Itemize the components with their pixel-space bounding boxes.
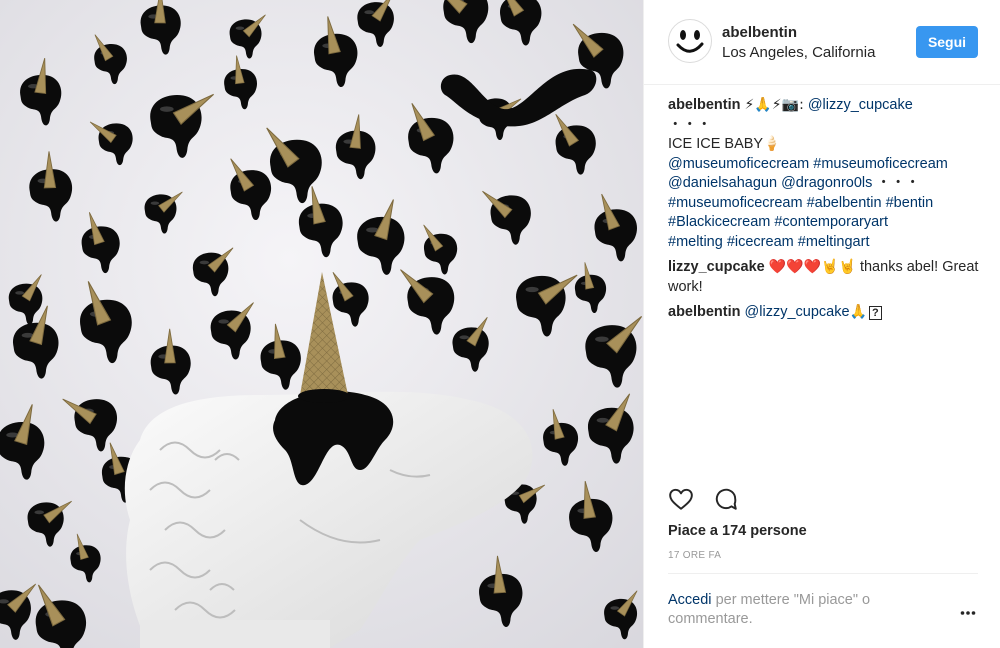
comment-mention[interactable]: @lizzy_cupcake (745, 304, 850, 320)
caption-tags-b[interactable]: @danielsahagun @dragonro0ls (668, 175, 872, 191)
comment-item: lizzy_cupcake ❤️❤️❤️🤘🤘 thanks abel! Grea… (668, 258, 986, 297)
comment-button[interactable] (713, 486, 739, 517)
login-link[interactable]: Accedi (668, 592, 712, 608)
melting-ice-cream-artwork (0, 0, 643, 648)
divider (668, 573, 978, 574)
caption-emoji: ⚡🙏⚡📷: (744, 97, 804, 113)
comment-icon (716, 488, 738, 510)
comment-username[interactable]: lizzy_cupcake (668, 259, 765, 275)
post-photo[interactable] (0, 0, 643, 648)
unknown-glyph: ? (868, 306, 882, 320)
caption-line1: ICE ICE BABY (668, 136, 764, 152)
post-timestamp[interactable]: 17 ORE FA (668, 550, 721, 561)
caption-tags-d[interactable]: #Blackicecream #contemporaryart (668, 214, 888, 230)
post-side-panel: abelbentin Los Angeles, California Segui… (644, 0, 1000, 648)
comment-username[interactable]: abelbentin (668, 304, 741, 320)
like-button[interactable] (668, 486, 694, 517)
follow-button[interactable]: Segui (916, 26, 978, 58)
ice-cream-emoji: 🍦 (763, 136, 781, 152)
avatar[interactable] (668, 19, 712, 63)
smiley-avatar-icon (676, 30, 704, 53)
more-options-button[interactable] (960, 606, 976, 618)
caption-tags-a[interactable]: @museumoficecream #museumoficecream (668, 156, 948, 172)
author-location[interactable]: Los Angeles, California (722, 44, 875, 61)
caption-tags-c[interactable]: #museumoficecream #abelbentin #bentin (668, 195, 933, 211)
post-header: abelbentin Los Angeles, California Segui (644, 0, 1000, 85)
caption: abelbentin ⚡🙏⚡📷: @lizzy_cupcake ・・・ ICE … (668, 96, 986, 252)
likes-count[interactable]: Piace a 174 persone (668, 523, 807, 539)
caption-username[interactable]: abelbentin (668, 97, 741, 113)
caption-dots2: ・・・ (876, 175, 920, 191)
caption-tags-e[interactable]: #melting #icecream #meltingart (668, 234, 869, 250)
comment-emoji: 🙏 (849, 304, 867, 320)
action-bar (668, 486, 739, 516)
author-username[interactable]: abelbentin (722, 24, 797, 41)
comment-emoji: ❤️❤️❤️🤘🤘 (768, 259, 856, 275)
heart-icon (669, 488, 693, 510)
comment-item: abelbentin @lizzy_cupcake🙏? (668, 303, 986, 323)
caption-mention[interactable]: @lizzy_cupcake (808, 97, 913, 113)
caption-dots: ・・・ (668, 116, 712, 133)
more-options-icon (960, 611, 976, 615)
login-prompt: Accedi per mettere "Mi piace" o commenta… (668, 591, 918, 629)
comments-list: abelbentin ⚡🙏⚡📷: @lizzy_cupcake ・・・ ICE … (668, 96, 986, 329)
